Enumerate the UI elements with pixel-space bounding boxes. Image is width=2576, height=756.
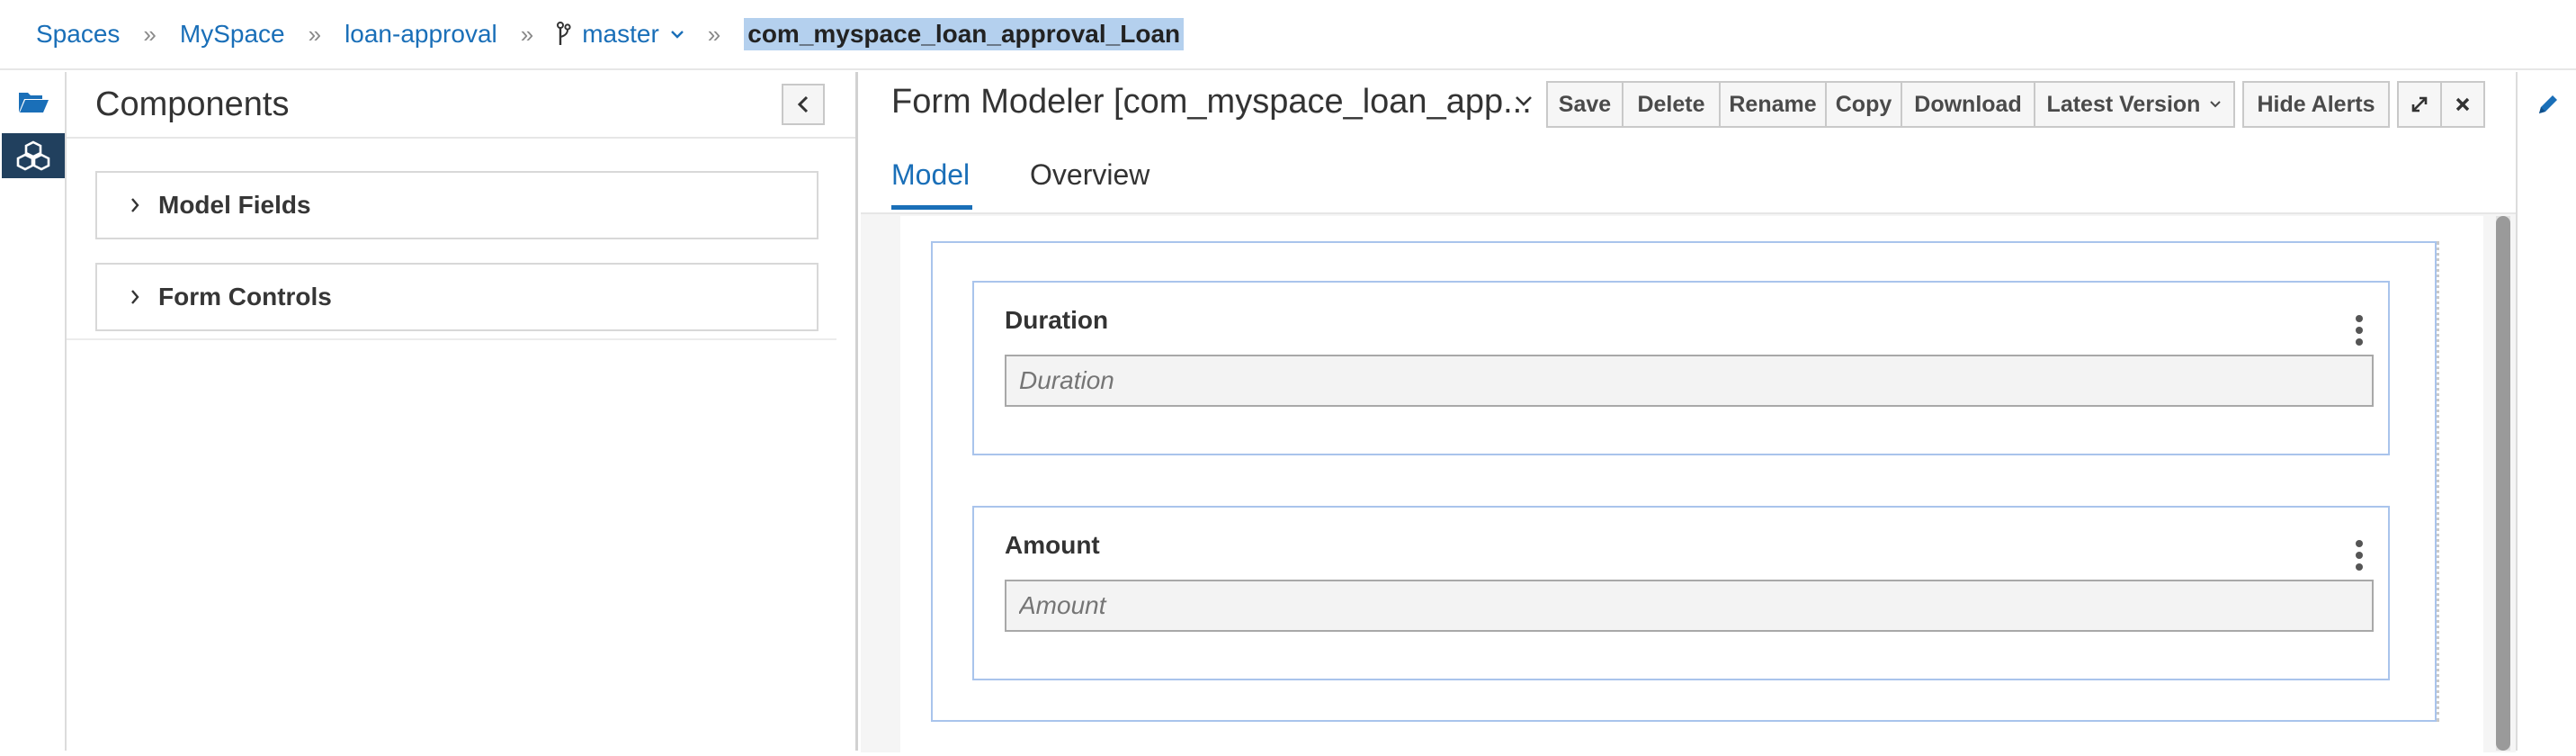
expand-icon bbox=[2411, 96, 2428, 112]
delete-button[interactable]: Delete bbox=[1622, 81, 1721, 128]
breadcrumb-myspace[interactable]: MySpace bbox=[180, 20, 285, 49]
cubes-icon bbox=[16, 140, 50, 171]
folder-open-icon bbox=[19, 93, 49, 112]
tab-overview[interactable]: Overview bbox=[1030, 158, 1149, 192]
chevron-right-double-icon: » bbox=[308, 20, 322, 48]
kebab-menu-icon[interactable] bbox=[2354, 540, 2365, 571]
active-tab-indicator bbox=[891, 205, 972, 210]
save-button[interactable]: Save bbox=[1546, 81, 1623, 128]
tab-model[interactable]: Model bbox=[891, 158, 970, 192]
code-branch-icon bbox=[557, 22, 571, 45]
breadcrumb-spaces[interactable]: Spaces bbox=[36, 20, 120, 49]
breadcrumb-current: com_myspace_loan_approval_Loan bbox=[744, 18, 1185, 50]
form-controls-section[interactable]: Form Controls bbox=[95, 263, 818, 331]
latest-version-dropdown[interactable]: Latest Version bbox=[2034, 81, 2235, 128]
close-icon bbox=[2455, 97, 2470, 112]
breadcrumb-project[interactable]: loan-approval bbox=[344, 20, 497, 49]
components-button[interactable] bbox=[2, 133, 65, 178]
chevron-down-icon[interactable] bbox=[1514, 94, 1534, 108]
branch-name: master bbox=[582, 20, 659, 48]
properties-button[interactable] bbox=[2530, 86, 2566, 122]
layout-edge bbox=[2437, 241, 2439, 722]
chevron-left-icon bbox=[797, 95, 809, 113]
model-fields-section[interactable]: Model Fields bbox=[95, 171, 818, 239]
field-label: Amount bbox=[1005, 531, 1100, 559]
rename-button[interactable]: Rename bbox=[1719, 81, 1827, 128]
close-button[interactable] bbox=[2440, 81, 2485, 128]
projects-button[interactable] bbox=[2, 79, 65, 124]
copy-button[interactable]: Copy bbox=[1825, 81, 1902, 128]
form-field-duration[interactable]: Duration bbox=[972, 281, 2390, 455]
collapse-panel-button[interactable] bbox=[782, 84, 825, 125]
download-button[interactable]: Download bbox=[1901, 81, 2035, 128]
chevron-right-icon bbox=[131, 290, 139, 304]
chevron-right-double-icon: » bbox=[520, 20, 534, 48]
amount-input[interactable] bbox=[1005, 580, 2374, 632]
maximize-button[interactable] bbox=[2397, 81, 2442, 128]
editor-toolbar: Save Delete Rename Copy Download Latest … bbox=[1546, 81, 2485, 128]
editor-title[interactable]: Form Modeler [com_myspace_loan_app... bbox=[891, 83, 1532, 122]
components-panel: Components Model Fields Form Controls bbox=[67, 72, 858, 751]
latest-version-label: Latest Version bbox=[2046, 91, 2201, 117]
pencil-icon bbox=[2539, 95, 2557, 113]
components-header: Components bbox=[67, 72, 855, 139]
breadcrumb: Spaces » MySpace » loan-approval » maste… bbox=[0, 0, 2576, 70]
right-icon-rail bbox=[2516, 72, 2576, 751]
chevron-down-icon bbox=[670, 31, 684, 39]
chevron-down-icon bbox=[2210, 101, 2222, 108]
scrollbar-thumb[interactable] bbox=[2496, 216, 2510, 751]
form-controls-label: Form Controls bbox=[158, 283, 332, 310]
editor-header: Form Modeler [com_myspace_loan_app... Sa… bbox=[861, 72, 2516, 139]
field-label: Duration bbox=[1005, 306, 1109, 334]
form-modeler-editor: Form Modeler [com_myspace_loan_app... Sa… bbox=[861, 72, 2516, 756]
hide-alerts-button[interactable]: Hide Alerts bbox=[2242, 81, 2390, 128]
form-field-amount[interactable]: Amount bbox=[972, 506, 2390, 680]
components-title: Components bbox=[95, 85, 290, 123]
model-fields-label: Model Fields bbox=[158, 191, 311, 219]
left-icon-rail bbox=[0, 72, 67, 751]
chevron-right-double-icon: » bbox=[143, 20, 157, 48]
duration-input[interactable] bbox=[1005, 355, 2374, 407]
kebab-menu-icon[interactable] bbox=[2354, 315, 2365, 346]
chevron-right-double-icon: » bbox=[707, 20, 721, 48]
divider bbox=[67, 338, 836, 340]
branch-selector[interactable]: master bbox=[557, 20, 684, 49]
chevron-right-icon bbox=[131, 198, 139, 212]
